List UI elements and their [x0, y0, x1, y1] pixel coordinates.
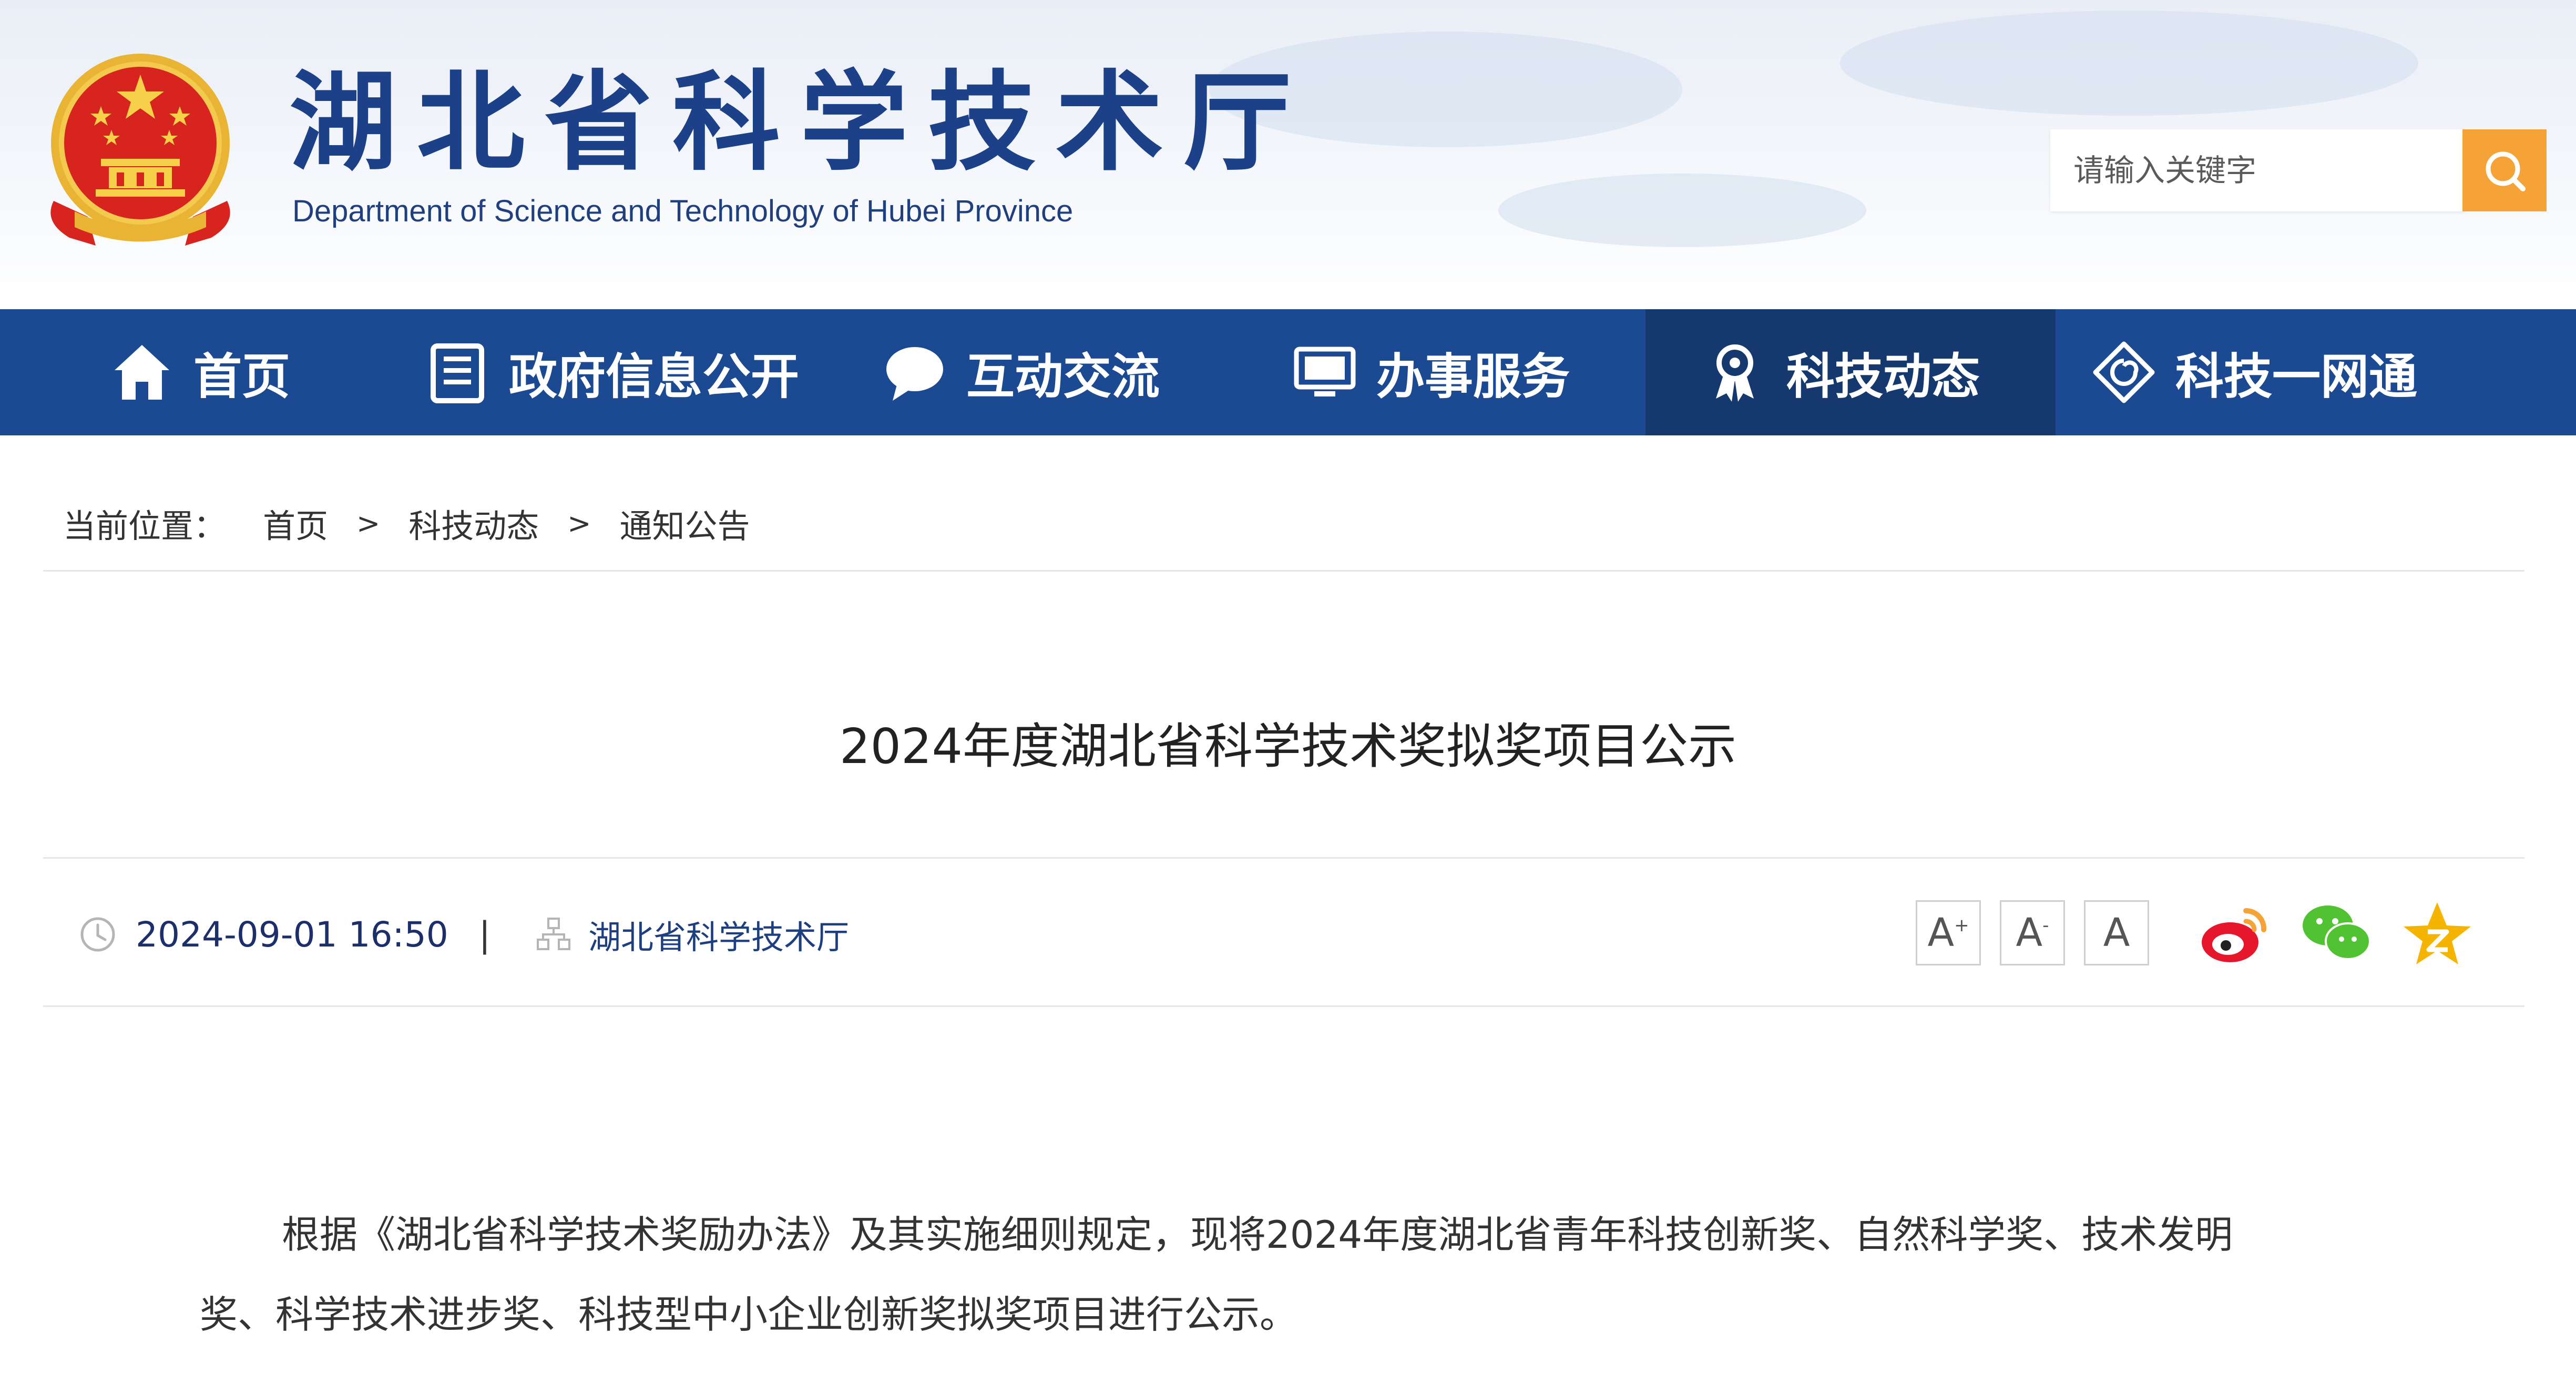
breadcrumb-prefix: 当前位置：: [63, 507, 227, 545]
national-emblem-icon[interactable]: [38, 43, 243, 253]
font-label: A: [2016, 910, 2043, 955]
site-title[interactable]: 湖北省科学技术厅: [289, 57, 1311, 188]
main-nav: 首页 政府信息公开 互动交流 办事服务 科技动态 科技一网通: [0, 309, 2576, 435]
search-input[interactable]: [2050, 129, 2460, 211]
nav-item-tech-portal[interactable]: 科技一网通: [2092, 309, 2417, 435]
qzone-icon[interactable]: [2400, 899, 2474, 968]
document-icon: [426, 341, 489, 404]
search-icon: [2486, 151, 2526, 191]
meta-separator: |: [478, 914, 490, 955]
body-paragraph-line: 奖、科学技术进步奖、科技型中小企业创新奖拟奖项目进行公示。: [200, 1293, 1298, 1337]
wechat-icon[interactable]: [2299, 899, 2373, 968]
article-source[interactable]: 湖北省科学技术厅: [588, 911, 849, 958]
cloud-decoration: [1840, 11, 2418, 116]
weibo-icon[interactable]: [2197, 899, 2271, 968]
divider: [43, 1005, 2524, 1007]
breadcrumb: 当前位置： 首页 > 科技动态 > 通知公告: [63, 500, 750, 547]
publish-date: 2024-09-01 16:50: [136, 914, 448, 955]
nav-item-gov-info[interactable]: 政府信息公开: [426, 309, 799, 435]
breadcrumb-item-notices[interactable]: 通知公告: [620, 500, 750, 547]
clock-icon: [80, 917, 115, 952]
breadcrumb-item-tech-news[interactable]: 科技动态: [408, 500, 539, 547]
monitor-icon: [1293, 341, 1356, 404]
nav-item-home[interactable]: 首页: [110, 309, 290, 435]
nav-item-interaction[interactable]: 互动交流: [883, 309, 1160, 435]
nav-label: 政府信息公开: [509, 348, 800, 405]
swirl-icon: [2092, 341, 2155, 404]
nav-item-services[interactable]: 办事服务: [1293, 309, 1570, 435]
font-label: A: [2103, 910, 2130, 955]
chat-bubble-icon: [883, 341, 946, 404]
breadcrumb-item-home[interactable]: 首页: [263, 500, 328, 547]
font-default-button[interactable]: A: [2084, 900, 2149, 965]
font-mod: +: [1954, 915, 1969, 936]
font-label: A: [1927, 910, 1955, 955]
font-increase-button[interactable]: A +: [1916, 900, 1981, 965]
breadcrumb-separator: >: [356, 506, 381, 540]
font-mod: -: [2042, 915, 2049, 936]
article-body: 根据《湖北省科学技术奖励办法》及其实施细则规定，现将2024年度湖北省青年科技创…: [200, 1195, 2366, 1355]
nav-item-tech-news[interactable]: 科技动态: [1645, 309, 2056, 435]
home-icon: [110, 341, 173, 404]
nav-label: 首页: [193, 348, 291, 405]
font-decrease-button[interactable]: A-: [2000, 900, 2065, 965]
search-button[interactable]: [2462, 129, 2547, 211]
site-header: 湖北省科学技术厅 Department of Science and Techn…: [0, 0, 2576, 309]
nav-label: 互动交流: [966, 348, 1160, 405]
nav-label: 办事服务: [1376, 348, 1570, 405]
award-ribbon-icon: [1703, 341, 1766, 404]
site-subtitle: Department of Science and Technology of …: [292, 194, 1074, 228]
article-meta: 2024-09-01 16:50 | 湖北省科学技术厅: [79, 905, 849, 963]
divider: [43, 857, 2524, 859]
nav-label: 科技动态: [1786, 348, 1980, 405]
nav-label: 科技一网通: [2175, 348, 2418, 405]
org-structure-icon: [537, 918, 570, 950]
divider: [43, 570, 2524, 572]
article-title: 2024年度湖北省科学技术奖拟奖项目公示: [839, 718, 1737, 775]
body-paragraph-line: 根据《湖北省科学技术奖励办法》及其实施细则规定，现将2024年度湖北省青年科技创…: [282, 1213, 2233, 1257]
search-box: [2050, 129, 2466, 211]
breadcrumb-separator: >: [567, 506, 591, 540]
cloud-decoration: [1498, 174, 1866, 247]
